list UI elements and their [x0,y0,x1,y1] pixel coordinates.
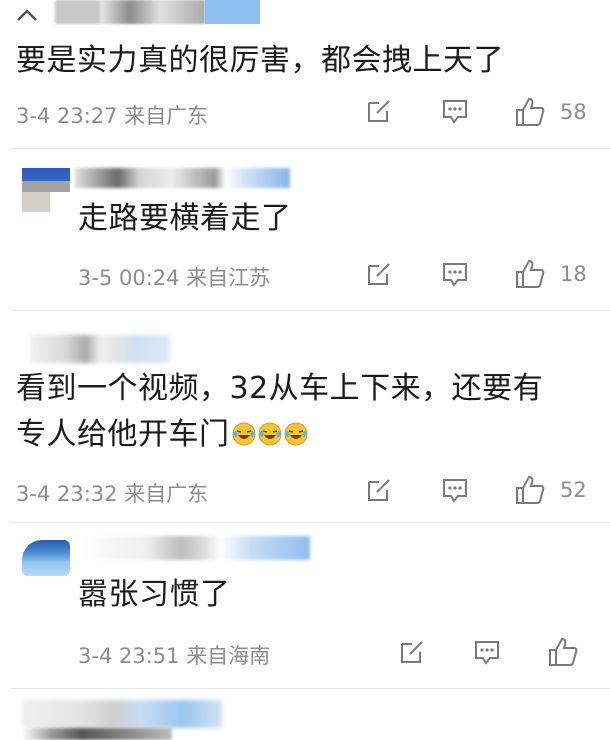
avatar-blurred [22,168,70,192]
username-blurred [55,0,205,24]
comment-text: 要是实力真的很厉害，都会拽上天了 [16,43,504,78]
comment-icon[interactable] [441,97,469,125]
avatar-blurred [205,0,260,24]
like-count: 52 [560,478,587,502]
comment-icon[interactable] [441,260,469,288]
edit-icon[interactable] [365,260,393,288]
divider [10,148,610,149]
thumbs-up-icon[interactable] [547,636,579,668]
username-blurred [75,168,290,188]
comment-icon[interactable] [441,476,469,504]
username-blurred [22,700,222,728]
divider [10,310,610,311]
thumbs-up-icon[interactable] [514,96,546,128]
comment-date: 3-4 23:51 来自海南 [78,644,271,668]
comment-text-line2: 专人给他开车门 [16,412,308,458]
username-blurred [30,335,170,363]
like-count: 58 [560,100,587,124]
comment-text: 嚣张习惯了 [78,577,231,612]
avatar-blurred [22,540,70,576]
chevron-up-icon[interactable] [16,8,38,22]
comment-text-line1: 看到一个视频，32从车上下来，还要有 [16,371,544,406]
divider [10,522,610,523]
username-blurred [75,536,310,560]
edit-icon[interactable] [365,476,393,504]
comment-date: 3-4 23:27 来自广东 [16,104,209,128]
laughing-crying-emoji-icon [258,422,281,446]
like-count: 18 [560,262,587,286]
text-cutoff-blurred [22,728,172,740]
laughing-crying-emoji-icon [284,422,307,446]
comment-text: 走路要横着走了 [78,201,292,236]
edit-icon[interactable] [398,638,426,666]
comment-date: 3-5 00:24 来自江苏 [78,266,271,290]
comment-date: 3-4 23:32 来自广东 [16,482,209,506]
comment-icon[interactable] [473,638,501,666]
thumbs-up-icon[interactable] [514,474,546,506]
divider [10,688,610,689]
avatar-blurred [22,192,50,212]
laughing-crying-emoji-icon [232,422,255,446]
edit-icon[interactable] [365,97,393,125]
thumbs-up-icon[interactable] [514,258,546,290]
